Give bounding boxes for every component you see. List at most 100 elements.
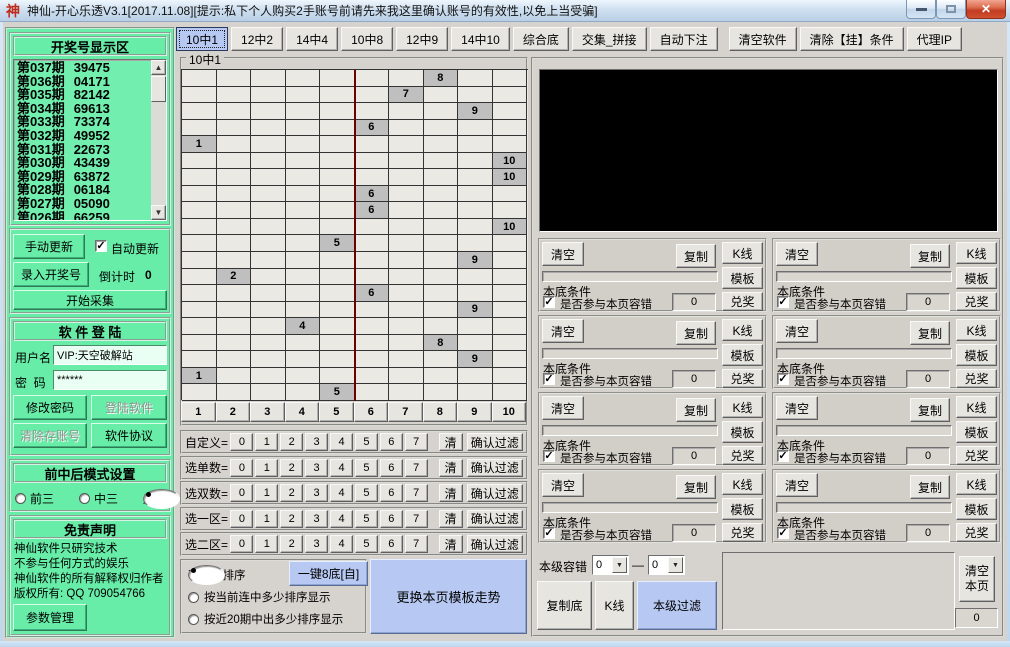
grid-cell[interactable] (182, 120, 217, 137)
grid-cell[interactable] (251, 269, 286, 286)
grid-cell[interactable] (182, 285, 217, 302)
panel-template-button[interactable]: 模板 (722, 498, 763, 520)
grid-cell[interactable] (355, 335, 390, 352)
grid-cell[interactable] (389, 202, 424, 219)
panel-copy-button[interactable]: 复制 (676, 321, 716, 345)
grid-cell[interactable] (389, 219, 424, 236)
grid-cell[interactable] (182, 335, 217, 352)
panel-clear-button[interactable]: 清空 (776, 319, 818, 343)
grid-cell[interactable] (286, 252, 321, 269)
grid-cell[interactable] (217, 368, 252, 385)
panel-input-strip[interactable] (542, 425, 718, 436)
filter-number-button[interactable]: 7 (405, 510, 428, 528)
panel-kline-button[interactable]: K线 (722, 396, 763, 418)
change-password-button[interactable]: 修改密码 (13, 395, 87, 420)
auto-update-checkbox[interactable]: ✓ (95, 240, 107, 252)
filter-number-button[interactable]: 0 (230, 459, 253, 477)
grid-cell[interactable] (286, 87, 321, 104)
grid-hit-cell[interactable]: 8 (424, 70, 459, 87)
panel-redeem-button[interactable]: 兑奖 (722, 446, 763, 465)
panel-template-button[interactable]: 模板 (956, 498, 997, 520)
grid-cell[interactable] (355, 70, 390, 87)
filter-number-button[interactable]: 6 (380, 535, 403, 553)
filter-number-button[interactable]: 3 (305, 484, 328, 502)
panel-participate-checkbox[interactable]: ✓ (543, 527, 555, 539)
panel-redeem-button[interactable]: 兑奖 (956, 446, 997, 465)
grid-cell[interactable] (217, 202, 252, 219)
grid-cell[interactable] (389, 302, 424, 319)
panel-clear-button[interactable]: 清空 (542, 473, 584, 497)
grid-cell[interactable] (217, 384, 252, 401)
grid-cell[interactable] (182, 269, 217, 286)
filter-number-button[interactable]: 6 (380, 510, 403, 528)
panel-input-strip[interactable] (776, 502, 952, 513)
grid-cell[interactable] (182, 169, 217, 186)
filter-confirm-button[interactable]: 确认过滤 (467, 433, 524, 451)
grid-cell[interactable] (458, 87, 493, 104)
grid-cell[interactable] (251, 219, 286, 236)
grid-cell[interactable] (355, 219, 390, 236)
filter-number-button[interactable]: 7 (405, 459, 428, 477)
grid-cell[interactable] (286, 202, 321, 219)
grid-cell[interactable] (389, 335, 424, 352)
grid-cell[interactable] (251, 103, 286, 120)
grid-cell[interactable] (493, 120, 528, 137)
grid-cell[interactable] (217, 351, 252, 368)
grid-hit-cell[interactable]: 6 (355, 120, 390, 137)
grid-cell[interactable] (217, 70, 252, 87)
one-key-base-button[interactable]: 一键8底[自] (289, 561, 368, 586)
grid-cell[interactable] (217, 186, 252, 203)
grid-cell[interactable] (320, 351, 355, 368)
login-button[interactable]: 登陆软件 (91, 395, 167, 420)
grid-cell[interactable] (217, 87, 252, 104)
filter-number-button[interactable]: 7 (405, 535, 428, 553)
grid-cell[interactable] (251, 70, 286, 87)
grid-cell[interactable] (320, 87, 355, 104)
grid-column-button[interactable]: 8 (423, 402, 458, 422)
panel-redeem-button[interactable]: 兑奖 (722, 369, 763, 388)
grid-cell[interactable] (320, 169, 355, 186)
filter-clear-button[interactable]: 清 (439, 433, 463, 451)
grid-cell[interactable] (251, 235, 286, 252)
grid-cell[interactable] (182, 252, 217, 269)
grid-cell[interactable] (217, 285, 252, 302)
tab-10[interactable]: 清除【挂】条件 (800, 27, 904, 51)
grid-cell[interactable] (389, 153, 424, 170)
filter-number-button[interactable]: 5 (355, 459, 378, 477)
username-field[interactable] (53, 345, 167, 365)
filter-number-button[interactable]: 1 (255, 433, 278, 451)
grid-cell[interactable] (286, 219, 321, 236)
tab-11[interactable]: 代理IP (907, 27, 962, 51)
grid-cell[interactable] (355, 318, 390, 335)
dropdown-icon[interactable]: ▼ (668, 557, 683, 573)
filter-confirm-button[interactable]: 确认过滤 (467, 484, 524, 502)
grid-cell[interactable] (182, 235, 217, 252)
grid-cell[interactable] (320, 70, 355, 87)
panel-copy-button[interactable]: 复制 (910, 321, 950, 345)
panel-kline-button[interactable]: K线 (956, 242, 997, 264)
grid-hit-cell[interactable]: 9 (458, 103, 493, 120)
agreement-button[interactable]: 软件协议 (91, 423, 167, 448)
scroll-up-button[interactable]: ▲ (151, 60, 166, 75)
copy-base-button[interactable]: 复制底 (537, 581, 592, 630)
grid-cell[interactable] (458, 202, 493, 219)
grid-cell[interactable] (389, 269, 424, 286)
grid-column-button[interactable]: 4 (285, 402, 320, 422)
grid-cell[interactable] (493, 87, 528, 104)
clear-page-button[interactable]: 清空本页 (959, 556, 995, 602)
panel-participate-checkbox[interactable]: ✓ (777, 296, 789, 308)
grid-cell[interactable] (389, 384, 424, 401)
grid-cell[interactable] (320, 103, 355, 120)
grid-cell[interactable] (458, 368, 493, 385)
grid-cell[interactable] (182, 153, 217, 170)
tab-0[interactable]: 10中1 (176, 27, 228, 51)
grid-cell[interactable] (251, 368, 286, 385)
grid-cell[interactable] (424, 186, 459, 203)
grid-cell[interactable] (286, 351, 321, 368)
grid-cell[interactable] (251, 153, 286, 170)
filter-number-button[interactable]: 3 (305, 510, 328, 528)
grid-cell[interactable] (320, 219, 355, 236)
panel-clear-button[interactable]: 清空 (776, 473, 818, 497)
grid-cell[interactable] (458, 318, 493, 335)
grid-cell[interactable] (320, 335, 355, 352)
